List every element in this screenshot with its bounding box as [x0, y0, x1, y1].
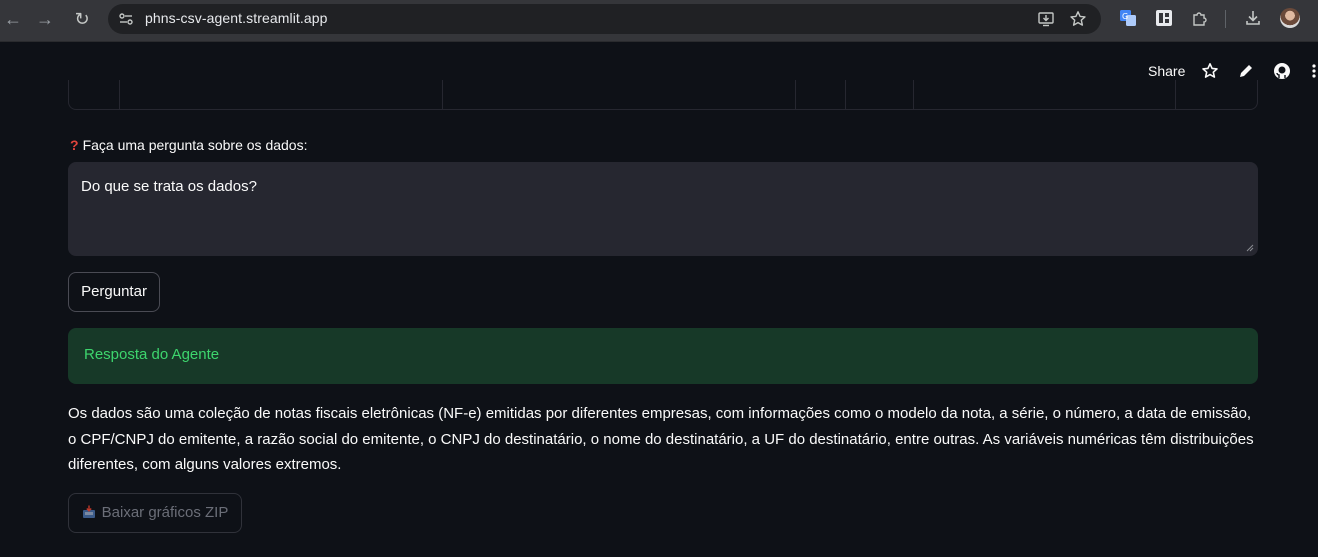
github-icon[interactable] — [1273, 62, 1291, 80]
site-settings-icon[interactable] — [118, 11, 134, 27]
agent-response-alert: Resposta do Agente — [68, 328, 1258, 384]
dataframe-bottom-edge — [68, 80, 1258, 110]
install-app-icon[interactable] — [1037, 10, 1055, 28]
ask-button[interactable]: Perguntar — [68, 272, 160, 312]
edit-pencil-icon[interactable] — [1237, 62, 1255, 80]
question-mark-icon: ? — [70, 137, 79, 153]
address-bar[interactable]: phns-csv-agent.streamlit.app — [108, 4, 1101, 34]
alert-title: Resposta do Agente — [84, 346, 220, 363]
resize-handle-icon[interactable] — [1246, 244, 1254, 252]
download-zip-label: Baixar gráficos ZIP — [101, 504, 229, 521]
question-label: ? Faça uma pergunta sobre os dados: — [70, 137, 308, 153]
translate-extension-icon[interactable]: G — [1119, 9, 1137, 27]
question-text-value: Do que se trata os dados? — [81, 178, 257, 195]
profile-avatar[interactable] — [1280, 8, 1300, 28]
svg-text:G: G — [1122, 12, 1128, 21]
main-menu-icon[interactable] — [1309, 62, 1318, 80]
question-textarea[interactable]: Do que se trata os dados? — [68, 162, 1258, 256]
download-zip-button[interactable]: Baixar gráficos ZIP — [68, 493, 242, 533]
star-icon[interactable] — [1201, 62, 1219, 80]
forward-icon[interactable]: → — [34, 8, 56, 30]
inbox-tray-icon — [82, 505, 95, 518]
agent-answer-text: Os dados são uma coleção de notas fiscai… — [68, 405, 1254, 473]
reload-icon[interactable]: ↻ — [71, 8, 93, 30]
browser-toolbar: ← → ↻ phns-csv-agent.streamlit.app G — [0, 0, 1318, 42]
toolbar-divider — [1225, 10, 1226, 28]
share-button[interactable]: Share — [1148, 63, 1185, 79]
extension-icon[interactable] — [1155, 9, 1173, 27]
extensions-puzzle-icon[interactable] — [1191, 9, 1209, 27]
back-icon[interactable]: ← — [2, 8, 24, 30]
bookmark-star-icon[interactable] — [1069, 10, 1087, 28]
url-text: phns-csv-agent.streamlit.app — [145, 10, 328, 26]
downloads-icon[interactable] — [1244, 9, 1262, 27]
